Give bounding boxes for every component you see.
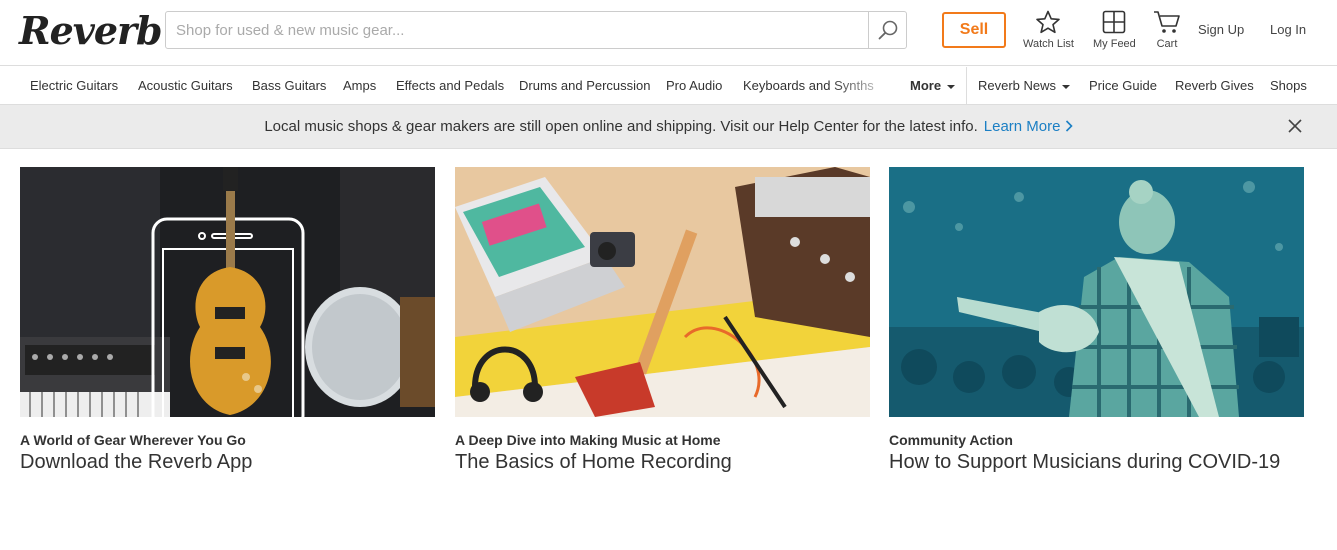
card-title[interactable]: How to Support Musicians during COVID-19: [889, 451, 1304, 474]
log-in-link[interactable]: Log In: [1270, 22, 1306, 37]
star-icon: [1036, 10, 1061, 34]
card-image-home-recording[interactable]: [455, 167, 870, 417]
card-title[interactable]: Download the Reverb App: [20, 451, 435, 474]
sign-up-link[interactable]: Sign Up: [1198, 22, 1244, 37]
nav-pro-audio[interactable]: Pro Audio: [666, 78, 722, 93]
caret-down-icon: [947, 84, 956, 89]
nav-more-dropdown[interactable]: More: [910, 78, 956, 93]
cart-button[interactable]: Cart: [1153, 10, 1181, 50]
nav-shops[interactable]: Shops: [1270, 78, 1307, 93]
grid-icon: [1103, 10, 1126, 34]
site-header: Reverb Sell Watch List My Feed Car: [0, 0, 1337, 66]
cart-icon: [1154, 11, 1180, 33]
nav-reverb-gives[interactable]: Reverb Gives: [1175, 78, 1254, 93]
search-bar: [165, 11, 907, 49]
my-feed-button[interactable]: My Feed: [1093, 10, 1136, 50]
learn-more-label: Learn More: [983, 118, 1061, 135]
nav-amps[interactable]: Amps: [343, 78, 376, 93]
search-icon: [878, 20, 897, 40]
card-image-covid[interactable]: [889, 167, 1304, 417]
caret-down-icon: [1062, 84, 1071, 89]
banner-text: Local music shops & gear makers are stil…: [0, 118, 1337, 135]
nav-bass-guitars[interactable]: Bass Guitars: [252, 78, 326, 93]
close-banner-button[interactable]: [1287, 118, 1303, 139]
card-image-app[interactable]: [20, 167, 435, 417]
card-kicker: Community Action: [889, 432, 1013, 448]
nav-price-guide[interactable]: Price Guide: [1089, 78, 1157, 93]
category-nav: Electric Guitars Acoustic Guitars Bass G…: [0, 67, 1337, 105]
card-title[interactable]: The Basics of Home Recording: [455, 451, 870, 474]
nav-drums-and-percussion[interactable]: Drums and Percussion: [519, 78, 651, 93]
nav-reverb-news-dropdown[interactable]: Reverb News: [978, 78, 1071, 93]
watch-list-button[interactable]: Watch List: [1023, 10, 1074, 50]
card-kicker: A World of Gear Wherever You Go: [20, 432, 246, 448]
nav-effects-and-pedals[interactable]: Effects and Pedals: [396, 78, 504, 93]
chevron-right-icon: [1065, 120, 1073, 132]
article-card-app[interactable]: A World of Gear Wherever You Go Download…: [20, 167, 435, 474]
my-feed-label: My Feed: [1093, 38, 1136, 50]
cart-label: Cart: [1156, 38, 1178, 50]
close-icon: [1288, 119, 1302, 133]
watch-list-label: Watch List: [1023, 38, 1074, 50]
nav-electric-guitars[interactable]: Electric Guitars: [30, 78, 118, 93]
learn-more-link[interactable]: Learn More: [984, 118, 1073, 135]
nav-acoustic-guitars[interactable]: Acoustic Guitars: [138, 78, 233, 93]
nav-more-label: More: [910, 78, 942, 93]
sell-button[interactable]: Sell: [942, 12, 1006, 48]
article-card-home-recording[interactable]: A Deep Dive into Making Music at Home Th…: [455, 167, 870, 474]
nav-reverb-news-label: Reverb News: [978, 78, 1057, 93]
card-kicker: A Deep Dive into Making Music at Home: [455, 432, 721, 448]
search-button[interactable]: [868, 12, 906, 48]
info-banner: Local music shops & gear makers are stil…: [0, 105, 1337, 149]
nav-overflow-fade: [830, 67, 900, 104]
article-card-covid[interactable]: Community Action How to Support Musician…: [889, 167, 1304, 474]
search-input[interactable]: [166, 12, 868, 48]
banner-message: Local music shops & gear makers are stil…: [264, 118, 978, 135]
reverb-logo[interactable]: Reverb: [19, 8, 163, 53]
nav-divider: [966, 67, 967, 104]
